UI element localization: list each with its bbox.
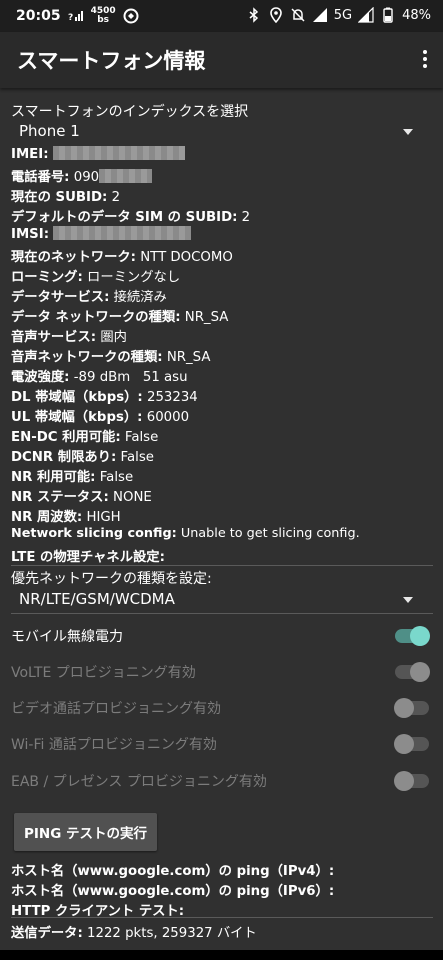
divider (11, 565, 433, 566)
dcnr-row: DCNR 制限あり: False (11, 450, 154, 465)
toggle-label-video-call: ビデオ通話プロビジョニング有効 (11, 701, 221, 717)
overflow-menu-icon[interactable] (421, 48, 429, 72)
sent-data-row: 送信データ: 1222 pkts, 259327 バイト (11, 926, 257, 941)
lte-physical-channel-row: LTE の物理チャネル設定: (11, 550, 165, 565)
ping-ipv6-label: ホスト名（www.google.com）の ping（IPv6）: (11, 884, 335, 899)
switch-knob (410, 626, 430, 646)
network-slicing-row: Network slicing config: Unable to get sl… (11, 526, 360, 541)
ul-bandwidth-row: UL 帯域幅（kbps）: 60000 (11, 410, 190, 425)
video-call-switch[interactable] (394, 698, 429, 718)
ping-ipv4-label: ホスト名（www.google.com）の ping（IPv4）: (11, 864, 335, 879)
switch-knob (394, 698, 414, 718)
main-content[interactable]: スマートフォンのインデックスを選択 Phone 1 IMEI: 電話番号: 09… (0, 88, 443, 950)
data-service-row: データサービス: 接続済み (11, 290, 167, 305)
nr-available-row: NR 利用可能: False (11, 470, 134, 485)
network-type: 5G (333, 7, 353, 23)
voice-service-row: 音声サービス: 圏内 (11, 330, 127, 345)
toggle-label-eab-presence: EAB / プレゼンス プロビジョニング有効 (11, 774, 267, 790)
mobile-radio-switch[interactable] (395, 626, 430, 646)
dl-bandwidth-row: DL 帯域幅（kbps）: 253234 (11, 390, 198, 405)
alarm-off-icon (291, 8, 305, 22)
volte-switch[interactable] (395, 662, 430, 682)
preferred-network-label: 優先ネットワークの種類を設定: (11, 571, 212, 587)
ping-test-button[interactable]: PING テストの実行 (14, 813, 157, 851)
endc-row: EN-DC 利用可能: False (11, 430, 159, 445)
navigation-bar (0, 950, 443, 960)
imei-row: IMEI: (11, 146, 185, 162)
app-title: スマートフォン情報 (17, 49, 206, 73)
bluetooth-icon (249, 7, 258, 23)
imsi-redacted (53, 226, 192, 240)
switch-knob (394, 734, 414, 754)
switch-knob (410, 662, 430, 682)
wifi-call-switch[interactable] (394, 734, 429, 754)
data-network-type-row: データ ネットワークの種類: NR_SA (11, 310, 229, 325)
nr-frequency-row: NR 周波数: HIGH (11, 510, 121, 525)
battery-percent: 48% (402, 7, 431, 23)
vpn-shield-icon (123, 8, 139, 24)
toggle-label-mobile-radio: モバイル無線電力 (11, 629, 123, 645)
signal-strength-row: 電波強度: -89 dBm 51 asu (11, 370, 188, 385)
phone-index-dropdown-icon[interactable] (403, 129, 413, 135)
phone-number-row: 電話番号: 090 (11, 166, 153, 185)
toggle-label-wifi-call: Wi-Fi 通話プロビジョニング有効 (11, 737, 217, 753)
svg-text:?: ? (68, 13, 73, 23)
preferred-network-select[interactable]: NR/LTE/GSM/WCDMA (19, 590, 175, 608)
subid-row: 現在の SUBID: 2 (11, 190, 121, 205)
phone-number-redacted (99, 169, 153, 183)
imsi-row: IMSI: (11, 226, 192, 242)
phone-index-label: スマートフォンのインデックスを選択 (11, 104, 249, 120)
data-speed-indicator: 4500 bs (90, 6, 116, 25)
default-data-subid-row: デフォルトのデータ SIM の SUBID: 2 (11, 210, 251, 225)
switch-knob (394, 771, 414, 791)
preferred-network-dropdown-icon[interactable] (403, 597, 413, 603)
status-time: 20:05 (16, 8, 61, 24)
voice-network-type-row: 音声ネットワークの種類: NR_SA (11, 350, 211, 365)
battery-icon (383, 7, 393, 23)
imei-redacted (52, 146, 185, 160)
divider (11, 917, 433, 918)
signal-activity-icon: ? (68, 11, 83, 23)
eab-presence-switch[interactable] (394, 771, 429, 791)
network-row: 現在のネットワーク: NTT DOCOMO (11, 250, 233, 265)
roaming-row: ローミング: ローミングなし (11, 270, 181, 285)
signal-strength-icon (312, 8, 327, 22)
app-bar: スマートフォン情報 (0, 32, 443, 88)
phone-index-select[interactable]: Phone 1 (19, 122, 80, 140)
nr-state-row: NR ステータス: NONE (11, 490, 152, 505)
status-bar: 20:05 ? 4500 bs 5G 48% (0, 0, 443, 32)
location-icon (269, 7, 282, 23)
signal-strength-2-icon (358, 7, 374, 23)
toggle-label-volte: VoLTE プロビジョニング有効 (11, 665, 196, 681)
divider (11, 613, 433, 614)
